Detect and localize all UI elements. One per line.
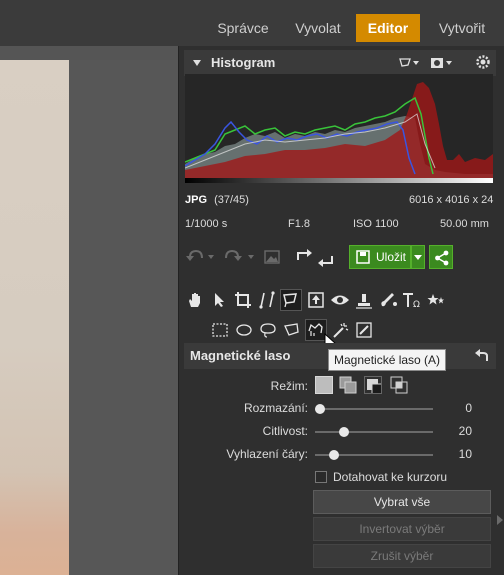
share-button[interactable] [429,245,453,269]
top-bar: Správce Vyvolat Editor Vytvořit [0,0,504,46]
polygon-lasso-icon[interactable] [281,319,303,341]
straighten-icon[interactable] [256,289,278,311]
mode-subtract-selection-icon[interactable] [364,376,382,394]
floppy-disk-icon [356,250,370,264]
file-info: JPG (37/45) [185,194,249,206]
histogram-header[interactable]: Histogram [184,50,496,76]
hand-tool-icon[interactable] [184,289,206,311]
deselect-button[interactable]: Zrušit výběr [313,544,491,568]
tab-editor[interactable]: Editor [356,14,420,42]
save-label: Uložit [376,250,407,264]
histogram-title: Histogram [211,55,276,70]
tab-spravce[interactable]: Správce [207,14,279,42]
blur-label: Rozmazání: [243,401,308,415]
photo-image [0,60,69,575]
shutter-speed: 1/1000 s [185,218,228,230]
tab-vytvorit[interactable]: Vytvořit [427,14,497,42]
ellipse-select-icon[interactable] [233,319,255,341]
lasso-mask-icon[interactable] [398,56,420,70]
save-button[interactable]: Uložit [349,245,411,269]
mask-display-icon[interactable] [430,56,454,70]
blur-slider[interactable] [315,404,433,414]
file-format: JPG [185,194,208,206]
smoothing-slider-knob[interactable] [329,450,340,460]
mode-add-selection-icon[interactable] [339,376,357,394]
svg-text:Ω: Ω [413,300,420,309]
panel-scroll-arrow-icon[interactable] [496,514,504,526]
magnetic-lasso-title: Magnetické laso [190,348,291,363]
export-frame-icon[interactable] [305,289,327,311]
selection-tools-icon[interactable] [280,289,302,311]
freehand-lasso-icon[interactable] [257,319,279,341]
redo-icon[interactable] [224,248,258,266]
snap-to-cursor-checkbox[interactable] [315,471,327,483]
sensitivity-slider[interactable] [315,427,433,437]
settings-gear-icon[interactable] [475,54,491,70]
blur-value: 0 [465,401,472,415]
aperture: F1.8 [288,218,311,230]
mode-intersect-selection-icon[interactable] [390,376,408,394]
photo-viewport[interactable] [0,46,178,575]
blur-slider-knob[interactable] [315,404,325,414]
smoothing-slider[interactable] [315,450,433,460]
share-icon [435,250,449,266]
clone-stamp-icon[interactable] [353,289,375,311]
chevron-down-icon [414,255,422,260]
invert-selection-button[interactable]: Invertovat výběr [313,517,491,541]
collapse-triangle-icon[interactable] [193,59,201,67]
smoothing-label: Vyhlazení čáry: [226,447,308,461]
histogram-graph [185,74,493,180]
brush-icon[interactable] [377,289,399,311]
focal-length: 50.00 mm [440,218,489,230]
file-index: (37/45) [214,194,249,206]
undo-icon[interactable] [186,248,218,266]
sensitivity-slider-knob[interactable] [338,427,349,437]
select-arrow-icon[interactable] [208,289,230,311]
sensitivity-label: Citlivost: [262,424,308,438]
effects-stars-icon[interactable] [425,289,447,311]
photo-dimmed-area [69,60,178,575]
tab-vyvolat[interactable]: Vyvolat [284,14,352,42]
crop-icon[interactable] [232,289,254,311]
image-dimensions: 6016 x 4016 x 24 [409,194,494,206]
smoothing-value: 10 [458,447,472,461]
snap-to-cursor-label: Dotahovat ke kurzoru [333,470,448,484]
save-options-dropdown[interactable] [411,245,425,269]
tonal-gradient-bar [185,178,493,183]
image-icon[interactable] [264,250,280,264]
iso-value: ISO 1100 [353,218,399,230]
mode-label: Režim: [270,379,308,393]
mask-brush-icon[interactable] [353,319,375,341]
sensitivity-value: 20 [458,424,472,438]
reset-arrow-icon[interactable] [474,349,490,363]
red-eye-icon[interactable] [329,289,351,311]
select-all-button[interactable]: Vybrat vše [313,490,491,514]
compare-before-after-icon[interactable] [295,248,335,268]
text-tool-icon[interactable]: Ω [401,289,423,311]
tooltip: Magnetické laso (A) [328,349,446,371]
rectangle-select-icon[interactable] [209,319,231,341]
mode-new-selection-icon[interactable] [315,376,333,394]
